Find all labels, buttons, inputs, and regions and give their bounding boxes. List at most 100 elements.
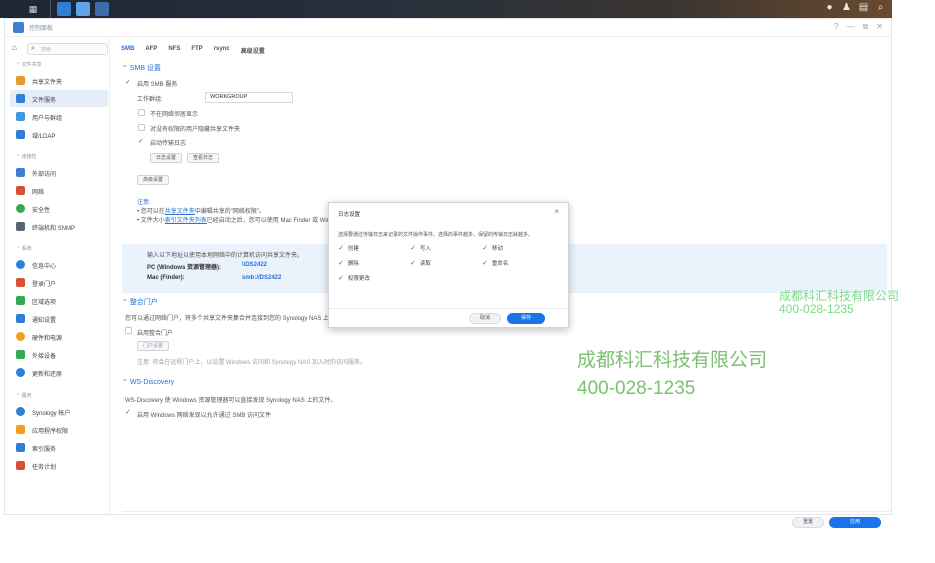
hide-no-permission-label: 对没有权限的用户隐藏共享文件夹: [150, 127, 241, 133]
sidebar-item-login-portal[interactable]: 登录门户: [10, 274, 108, 291]
note-title: 注意:: [137, 200, 151, 206]
sidebar-group-services[interactable]: ⌃ 服务: [16, 392, 32, 399]
control-panel-icon[interactable]: [76, 2, 90, 16]
sidebar-item-users[interactable]: 用户与群组: [10, 108, 108, 125]
hardware-icon: [16, 332, 25, 341]
tab-ftp[interactable]: FTP: [191, 46, 202, 55]
sidebar-group-system[interactable]: ⌃ 系统: [16, 245, 32, 252]
mac-label: Mac (Finder):: [147, 275, 185, 281]
sidebar-item-regional[interactable]: 区域选项: [10, 292, 108, 309]
checkmark-icon[interactable]: ✓: [138, 138, 144, 145]
wsd-section-header[interactable]: ⌃ WS-Discovery: [122, 378, 174, 386]
advanced-settings-button[interactable]: 高级设置: [137, 175, 169, 185]
search-input[interactable]: ⌕ 搜索: [27, 43, 108, 55]
tab-advanced[interactable]: 高级设置: [241, 46, 265, 55]
titlebar: 控制面板 ? — ⧉ ✕: [5, 19, 891, 37]
smb-enable-label: 启用 SMB 服务: [137, 82, 178, 88]
user-icon[interactable]: ♟: [841, 2, 852, 13]
checkmark-icon[interactable]: ✓: [410, 260, 416, 267]
calendar-icon: [16, 461, 25, 470]
sidebar-item-indexing[interactable]: 索引服务: [10, 439, 108, 456]
checkmark-icon[interactable]: ✓: [482, 260, 488, 267]
checkmark-icon[interactable]: ✓: [482, 245, 488, 252]
tab-bar: SMB AFP NFS FTP rsync 高级设置: [121, 46, 265, 55]
checkmark-icon[interactable]: ✓: [338, 275, 344, 282]
sidebar-item-external-access[interactable]: 外部访问: [10, 164, 108, 181]
lock-icon: [16, 425, 25, 434]
sidebar-item-network[interactable]: 网络: [10, 182, 108, 199]
sidebar-item-app-privileges[interactable]: 应用程序权限: [10, 421, 108, 438]
home-icon[interactable]: ⌂: [12, 43, 17, 52]
apps-grid-icon[interactable]: ▦: [26, 2, 40, 16]
option-move[interactable]: ✓ 移动: [482, 244, 503, 252]
note-line-2: • 文件大小索引文件夹列表已经启动之后，您可以使用 Mac Finder 或 W…: [137, 218, 358, 224]
sidebar-item-synology-account[interactable]: Synology 帐户: [10, 403, 108, 420]
help-icon[interactable]: ?: [834, 22, 838, 32]
index-list-link[interactable]: 索引文件夹列表: [165, 218, 207, 224]
chat-icon[interactable]: ●: [824, 2, 835, 13]
tab-rsync[interactable]: rsync: [214, 46, 230, 55]
sidebar-item-task-scheduler[interactable]: 任务计划: [10, 457, 108, 474]
sidebar-group-file-sharing[interactable]: ⌃ 文件共享: [16, 61, 42, 68]
portal-description: 您可以通过网络门户，将多个共享文件夹集合并连接到您的 Synology NAS …: [125, 316, 330, 322]
view-logs-button[interactable]: 查看日志: [187, 153, 219, 163]
checkmark-icon[interactable]: ✓: [410, 245, 416, 252]
note-line-1: • 您可以在共享文件夹中编辑共享的"网络权限"。: [137, 209, 266, 215]
checkmark-icon[interactable]: ✓: [338, 260, 344, 267]
access-info-intro: 输入以下地址以使用本地网络中的计算机访问共享文件夹。: [147, 253, 304, 259]
search-icon[interactable]: ⌕: [875, 2, 886, 13]
sidebar-item-terminal[interactable]: 终端机和 SNMP: [10, 218, 108, 235]
sidebar-item-info-center[interactable]: 信息中心: [10, 256, 108, 273]
wsd-description: WS-Discovery 使 Windows 资源管理器可以直接发现 Synol…: [125, 398, 337, 404]
transfer-log-label: 启动传输日志: [150, 141, 187, 147]
watermark-phone: 400-028-1235: [577, 378, 696, 399]
apply-button[interactable]: 应用: [829, 517, 881, 528]
portal-settings-button[interactable]: 门户设置: [137, 341, 169, 351]
close-icon[interactable]: ×: [554, 207, 559, 216]
hide-no-permission-checkbox[interactable]: [138, 124, 145, 131]
synology-account-icon: [16, 407, 25, 416]
option-rename[interactable]: ✓ 重命名: [482, 259, 508, 267]
checkmark-icon[interactable]: ✓: [125, 409, 131, 416]
portal-section-header[interactable]: ⌃ 整合门户: [122, 297, 158, 307]
update-icon: [16, 368, 25, 377]
maximize-icon[interactable]: ⧉: [863, 22, 869, 32]
portal-enable-checkbox[interactable]: [125, 327, 132, 334]
checkmark-icon[interactable]: ✓: [125, 79, 131, 86]
reset-button[interactable]: 重置: [792, 517, 824, 528]
close-icon[interactable]: ✕: [876, 22, 883, 32]
tab-afp[interactable]: AFP: [145, 46, 157, 55]
sidebar-item-file-services[interactable]: 文件服务: [10, 90, 108, 107]
tab-smb[interactable]: SMB: [121, 46, 134, 55]
log-settings-dialog: 日志设置 × 选择要通过传输日志来记录的文件操作事件。选择的事件越多，保留的传输…: [328, 202, 569, 328]
sidebar-item-shared-folder[interactable]: 共享文件夹: [10, 72, 108, 89]
option-create[interactable]: ✓ 创建: [338, 244, 359, 252]
workgroup-field[interactable]: WORKGROUP: [205, 92, 293, 103]
dialog-cancel-button[interactable]: 取消: [469, 313, 501, 324]
package-icon[interactable]: [95, 2, 109, 16]
smb-section-header[interactable]: ⌃ SMB 设置: [122, 63, 161, 73]
minimize-icon[interactable]: —: [847, 22, 855, 32]
widget-icon[interactable]: ▤: [858, 2, 869, 13]
terminal-icon: [16, 222, 25, 231]
sidebar-item-security[interactable]: 安全性: [10, 200, 108, 217]
option-read[interactable]: ✓ 读取: [410, 259, 431, 267]
file-station-icon[interactable]: [57, 2, 71, 16]
hide-printers-checkbox[interactable]: [138, 109, 145, 116]
sidebar-item-external-devices[interactable]: 外接设备: [10, 346, 108, 363]
log-settings-button[interactable]: 日志设置: [150, 153, 182, 163]
sidebar-item-update[interactable]: 更新和还原: [10, 364, 108, 381]
indexing-icon: [16, 443, 25, 452]
sidebar-item-domain[interactable]: 域/LDAP: [10, 126, 108, 143]
option-permission-change[interactable]: ✓ 权限更改: [338, 274, 370, 282]
pc-label: PC (Windows 资源管理器):: [147, 265, 221, 271]
dialog-save-button[interactable]: 保存: [507, 313, 545, 324]
tab-nfs[interactable]: NFS: [168, 46, 180, 55]
checkmark-icon[interactable]: ✓: [338, 245, 344, 252]
sidebar-item-hardware[interactable]: 硬件和电源: [10, 328, 108, 345]
option-write[interactable]: ✓ 写入: [410, 244, 431, 252]
window-title: 控制面板: [29, 26, 54, 32]
option-delete[interactable]: ✓ 删除: [338, 259, 359, 267]
sidebar-group-connectivity[interactable]: ⌃ 连接性: [16, 153, 37, 160]
sidebar-item-notification[interactable]: 通知设置: [10, 310, 108, 327]
